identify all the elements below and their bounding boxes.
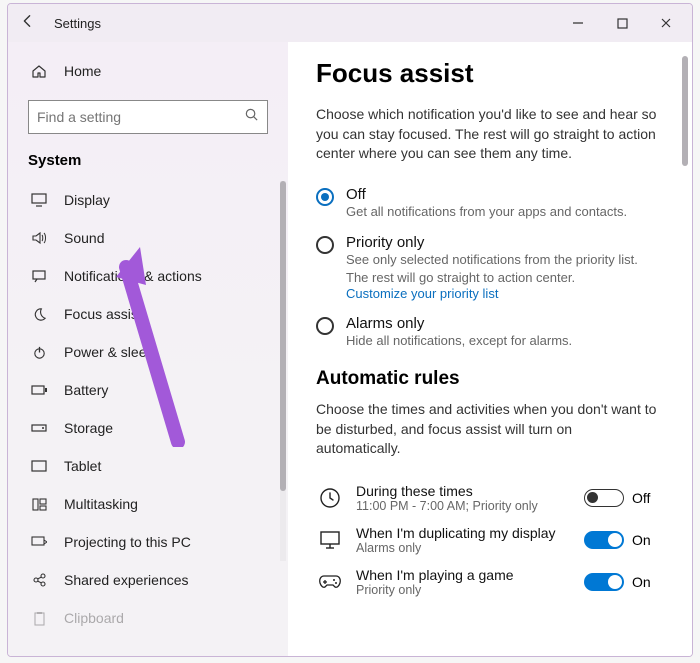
radio-desc: Get all notifications from your apps and… <box>346 203 627 221</box>
sidebar-item-label: Battery <box>64 382 108 398</box>
sidebar-item-display[interactable]: Display <box>8 181 288 219</box>
sidebar-item-notifications[interactable]: Notifications & actions <box>8 257 288 295</box>
sidebar-item-label: Focus assist <box>64 306 142 322</box>
main-panel: Focus assist Choose which notification y… <box>288 42 692 656</box>
sidebar-item-storage[interactable]: Storage <box>8 409 288 447</box>
sidebar-item-projecting[interactable]: Projecting to this PC <box>8 523 288 561</box>
rule-subtitle: 11:00 PM - 7:00 AM; Priority only <box>356 499 584 513</box>
focus-mode-group: Off Get all notifications from your apps… <box>316 182 660 360</box>
radio-title: Off <box>346 186 627 203</box>
automatic-rules-intro: Choose the times and activities when you… <box>316 400 660 459</box>
radio-button-icon <box>316 188 334 206</box>
sidebar-home[interactable]: Home <box>8 52 288 90</box>
settings-window: Settings Home Sy <box>7 3 693 657</box>
sidebar-item-sound[interactable]: Sound <box>8 219 288 257</box>
sidebar-item-power[interactable]: Power & sleep <box>8 333 288 371</box>
radio-alarms-only[interactable]: Alarms only Hide all notifications, exce… <box>316 311 660 360</box>
multitask-icon <box>28 498 50 511</box>
sidebar-item-label: Notifications & actions <box>64 268 202 284</box>
radio-off[interactable]: Off Get all notifications from your apps… <box>316 182 660 231</box>
rule-toggle[interactable] <box>584 489 624 507</box>
automatic-rules-heading: Automatic rules <box>316 368 660 390</box>
sidebar: Home System Display Sound <box>8 42 288 656</box>
rule-toggle-label: On <box>632 574 660 590</box>
rule-subtitle: Alarms only <box>356 541 584 555</box>
sidebar-item-label: Display <box>64 192 110 208</box>
rule-subtitle: Priority only <box>356 583 584 597</box>
sidebar-item-label: Projecting to this PC <box>64 534 191 550</box>
sidebar-item-shared[interactable]: Shared experiences <box>8 561 288 599</box>
close-button[interactable] <box>644 4 688 42</box>
sidebar-item-label: Multitasking <box>64 496 138 512</box>
notification-icon <box>28 269 50 283</box>
rule-toggle[interactable] <box>584 573 624 591</box>
back-button[interactable] <box>16 14 38 33</box>
customize-priority-link[interactable]: Customize your priority list <box>346 286 660 301</box>
projecting-icon <box>28 536 50 549</box>
sidebar-item-label: Shared experiences <box>64 572 189 588</box>
rule-title: When I'm playing a game <box>356 567 584 583</box>
maximize-button[interactable] <box>600 4 644 42</box>
sidebar-item-multitasking[interactable]: Multitasking <box>8 485 288 523</box>
main-scrollbar[interactable] <box>682 56 688 656</box>
sidebar-scrollbar[interactable] <box>280 181 286 561</box>
sidebar-item-label: Sound <box>64 230 104 246</box>
page-title: Focus assist <box>316 58 660 89</box>
titlebar: Settings <box>8 4 692 42</box>
page-intro: Choose which notification you'd like to … <box>316 105 660 164</box>
sidebar-category-title: System <box>8 146 288 181</box>
tablet-icon <box>28 460 50 473</box>
sidebar-item-tablet[interactable]: Tablet <box>8 447 288 485</box>
search-input[interactable] <box>37 109 244 125</box>
clipboard-icon <box>28 611 50 626</box>
display-icon <box>28 193 50 207</box>
sidebar-item-label: Power & sleep <box>64 344 154 360</box>
rule-toggle-label: Off <box>632 490 660 506</box>
rule-toggle-label: On <box>632 532 660 548</box>
rule-playing-game[interactable]: When I'm playing a game Priority only On <box>316 561 660 603</box>
home-icon <box>28 63 50 79</box>
sidebar-item-label: Tablet <box>64 458 101 474</box>
power-icon <box>28 345 50 360</box>
moon-icon <box>28 307 50 322</box>
radio-desc: Hide all notifications, except for alarm… <box>346 332 572 350</box>
radio-priority-only[interactable]: Priority only See only selected notifica… <box>316 230 660 311</box>
main-scrollbar-thumb[interactable] <box>682 56 688 166</box>
sound-icon <box>28 231 50 245</box>
storage-icon <box>28 422 50 434</box>
share-icon <box>28 573 50 588</box>
rule-toggle[interactable] <box>584 531 624 549</box>
gamepad-icon <box>316 568 344 596</box>
rule-title: During these times <box>356 483 584 499</box>
clock-icon <box>316 484 344 512</box>
sidebar-home-label: Home <box>64 63 101 79</box>
sidebar-item-label: Clipboard <box>64 610 124 626</box>
radio-button-icon <box>316 236 334 254</box>
monitor-icon <box>316 526 344 554</box>
battery-icon <box>28 384 50 396</box>
sidebar-scrollbar-thumb[interactable] <box>280 181 286 491</box>
radio-button-icon <box>316 317 334 335</box>
radio-desc: See only selected notifications from the… <box>346 251 660 286</box>
radio-title: Priority only <box>346 234 660 251</box>
minimize-button[interactable] <box>556 4 600 42</box>
rule-during-times[interactable]: During these times 11:00 PM - 7:00 AM; P… <box>316 477 660 519</box>
sidebar-item-focus-assist[interactable]: Focus assist <box>8 295 288 333</box>
search-box[interactable] <box>28 100 268 134</box>
sidebar-item-battery[interactable]: Battery <box>8 371 288 409</box>
rule-title: When I'm duplicating my display <box>356 525 584 541</box>
sidebar-item-label: Storage <box>64 420 113 436</box>
radio-title: Alarms only <box>346 315 572 332</box>
search-icon <box>244 107 259 127</box>
rule-duplicating-display[interactable]: When I'm duplicating my display Alarms o… <box>316 519 660 561</box>
sidebar-list: Display Sound Notifications & actions Fo… <box>8 181 288 637</box>
window-title: Settings <box>54 16 101 31</box>
sidebar-item-clipboard[interactable]: Clipboard <box>8 599 288 637</box>
